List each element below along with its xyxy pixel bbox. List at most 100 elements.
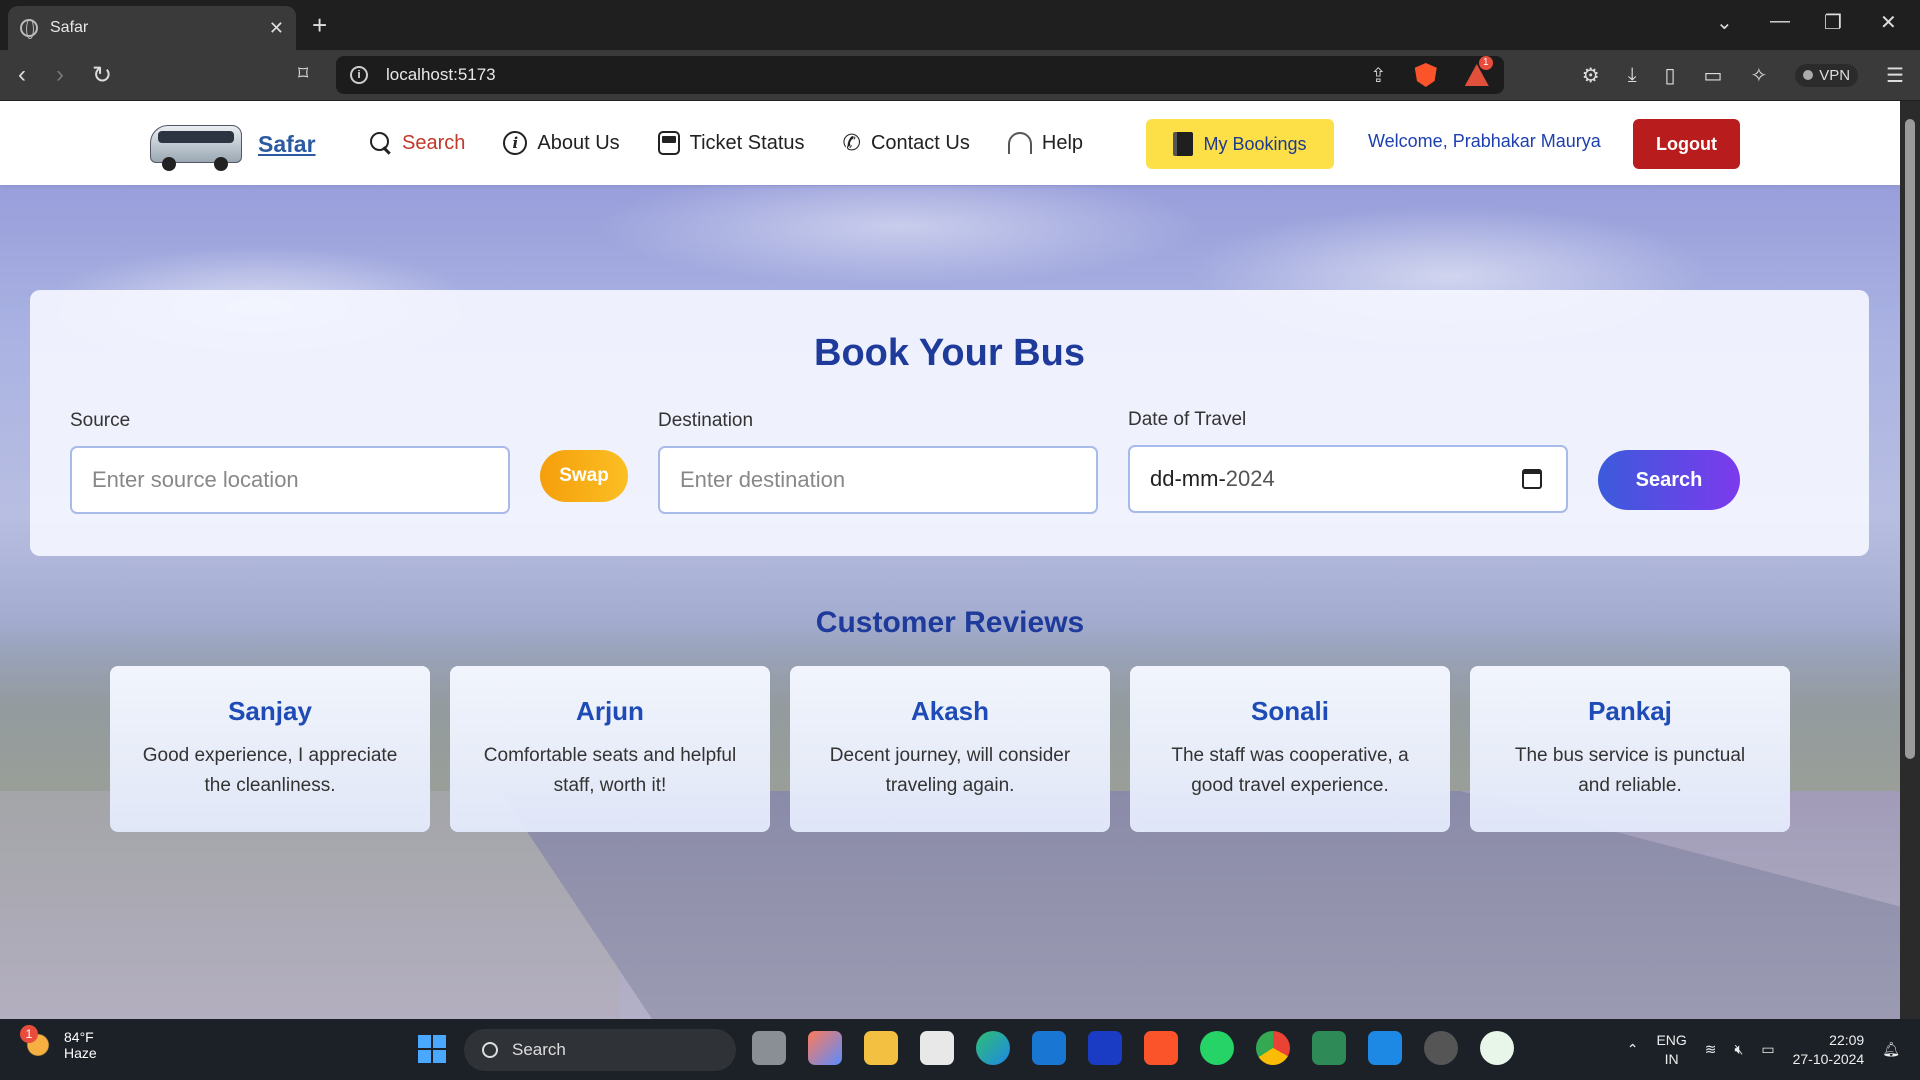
search-icon [370,132,392,154]
logout-button[interactable]: Logout [1633,119,1740,169]
scrollbar-thumb[interactable] [1905,119,1915,759]
date-input[interactable]: dd-mm-2024 [1128,445,1568,513]
media-player-icon[interactable] [1424,1031,1458,1065]
forward-icon[interactable]: › [56,61,64,89]
chrome-icon[interactable] [1256,1031,1290,1065]
back-icon[interactable]: ‹ [18,61,26,89]
booking-card: Book Your Bus Source Enter source locati… [30,290,1869,556]
lang-top: ENG [1656,1031,1687,1048]
close-window-icon[interactable]: ✕ [1880,10,1897,35]
source-input[interactable]: Enter source location [70,446,510,514]
booking-title: Book Your Bus [814,332,1085,374]
reload-icon[interactable]: ↻ [92,61,112,90]
review-card: Pankaj The bus service is punctual and r… [1470,666,1790,832]
globe-icon [20,19,38,39]
edge-icon[interactable] [976,1031,1010,1065]
calendar-icon[interactable] [1522,469,1542,489]
restore-icon[interactable]: ❐ [1824,10,1842,35]
nav-item-contact-us[interactable]: ✆ Contact Us [843,130,970,156]
language-indicator[interactable]: ENG IN [1656,1031,1686,1069]
volume-muted-icon[interactable]: 🔇︎ [1735,1041,1744,1058]
nav-item-search[interactable]: Search [370,132,465,155]
date-label: Date of Travel [1128,409,1247,430]
weather-temp: 84°F [64,1029,94,1045]
tab-search-chevron-icon[interactable]: ⌄ [1716,10,1733,35]
reviews-title: Customer Reviews [815,606,1085,639]
page-scrollbar[interactable] [1900,101,1920,1019]
clock-date: 27-10-2024 [1792,1050,1865,1067]
l-app-icon[interactable] [1088,1031,1122,1065]
brand[interactable]: Safar [148,115,316,173]
date-year: 2024 [1225,466,1275,491]
file-explorer-icon[interactable] [864,1031,898,1065]
destination-label: Destination [658,410,754,431]
classroom-icon[interactable] [1312,1031,1346,1065]
review-card: Sanjay Good experience, I appreciate the… [110,666,430,832]
new-tab-button[interactable]: + [312,10,327,41]
downloads-icon[interactable]: ⤓ [1628,64,1637,87]
browser-tab[interactable]: Safar ✕ [8,6,296,50]
bus-logo-icon [148,115,244,173]
search-button[interactable]: Search [1598,450,1740,510]
os-taskbar: 1 84°F Haze Search ⌃ ENG IN ≋ 🔇︎ ▭ 22:09… [0,1019,1920,1080]
address-bar[interactable]: i localhost:5173 ⇪ 1 [336,56,1504,94]
page-viewport: Safar Search i About Us Ticket Status ✆ … [0,101,1900,1019]
review-card: Arjun Comfortable seats and helpful staf… [450,666,770,832]
store-icon[interactable] [920,1031,954,1065]
nav-item-about-us[interactable]: i About Us [503,131,620,155]
taskbar-apps [752,1031,1514,1065]
brave-shields-icon[interactable] [1414,63,1437,87]
site-navbar: Safar Search i About Us Ticket Status ✆ … [0,101,1900,185]
tab-close-icon[interactable]: ✕ [269,18,284,39]
nav-item-ticket-status[interactable]: Ticket Status [657,131,805,155]
leo-ai-icon[interactable]: ✧ [1750,63,1767,88]
whatsapp-icon[interactable] [1200,1031,1234,1065]
browser-toolbar: ‹ › ↻ ⌑ i localhost:5173 ⇪ 1 ⚙ ⤓ ▯ ▭ ✧ V… [0,50,1920,100]
nav-item-label: Help [1041,131,1084,154]
taskbar-search-label: Search [512,1040,566,1059]
taskbar-search[interactable]: Search [464,1029,736,1071]
wifi-icon[interactable]: ≋ [1705,1041,1717,1058]
review-name: Pankaj [1588,696,1672,726]
notifications-icon[interactable]: 🔔︎ [1882,1041,1900,1058]
swap-button[interactable]: Swap [540,450,628,502]
vpn-button[interactable]: VPN [1795,63,1859,87]
bookmark-icon[interactable]: ⌑ [298,61,308,86]
destination-input[interactable]: Enter destination [658,446,1098,514]
nav-item-help[interactable]: Help [1007,131,1084,155]
minimize-icon[interactable]: — [1770,10,1790,33]
extensions-icon[interactable]: ⚙ [1582,63,1600,88]
weather-sun-icon: 1 [20,1025,54,1061]
bus-icon [657,131,680,155]
sidebar-icon[interactable]: ▯ [1665,63,1676,88]
outlook-icon[interactable] [1032,1031,1066,1065]
review-name: Akash [910,696,990,726]
menu-icon[interactable]: ☰ [1886,63,1904,88]
share-icon[interactable]: ⇪ [1370,63,1387,88]
site-info-icon[interactable]: i [350,66,368,84]
task-view-icon[interactable] [752,1031,786,1065]
review-card: Akash Decent journey, will consider trav… [790,666,1110,832]
windows-start-icon[interactable] [418,1035,446,1063]
weather-widget[interactable]: 1 84°F Haze [20,1025,97,1061]
vpn-label: VPN [1819,66,1851,84]
clock[interactable]: 22:09 27-10-2024 [1793,1031,1865,1069]
mongodb-compass-icon[interactable] [1480,1031,1514,1065]
brand-name[interactable]: Safar [258,131,316,158]
wallet-icon[interactable]: ▭ [1704,63,1723,88]
brave-icon[interactable] [1144,1031,1178,1065]
battery-icon[interactable]: ▭ [1761,1041,1774,1058]
lang-bottom: IN [1664,1050,1679,1067]
url-text: localhost:5173 [386,65,496,84]
copilot-icon[interactable] [808,1031,842,1065]
weather-desc: Haze [64,1045,97,1061]
date-day-month: dd-mm- [1150,466,1226,491]
my-bookings-button[interactable]: My Bookings [1146,119,1334,169]
vscode-icon[interactable] [1368,1031,1402,1065]
headset-icon [1007,132,1032,154]
phone-icon: ✆ [842,130,861,155]
tray-chevron-icon[interactable]: ⌃ [1627,1041,1639,1058]
brave-rewards-icon[interactable]: 1 [1464,56,1493,86]
source-label: Source [70,410,131,431]
nav-menu: Search i About Us Ticket Status ✆ Contac… [370,101,1083,185]
